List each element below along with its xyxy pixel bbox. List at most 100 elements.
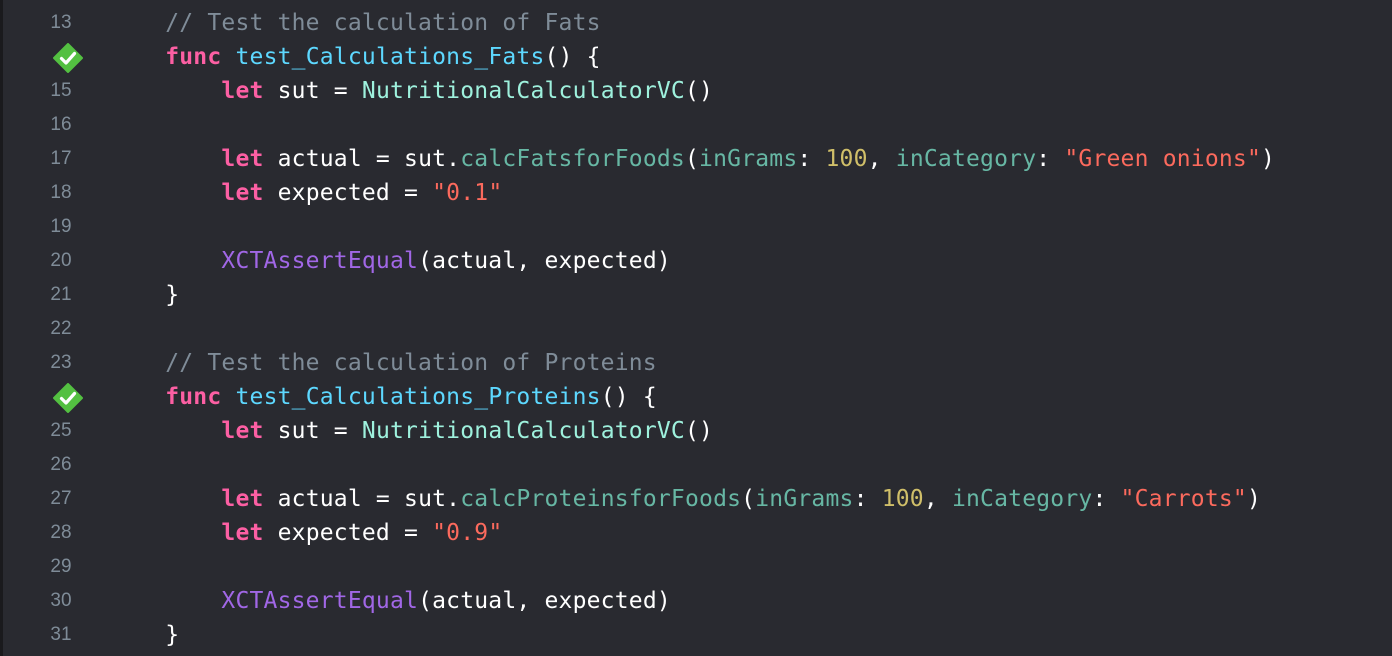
code-content[interactable]: let sut = NutritionalCalculatorVC(): [109, 74, 713, 108]
line-gutter[interactable]: [3, 380, 109, 414]
method-name: calcFatsforFoods: [460, 146, 685, 172]
string-literal: "Green onions": [1064, 146, 1262, 172]
line-gutter[interactable]: 31: [3, 618, 109, 652]
code-text: :: [853, 486, 882, 512]
line-gutter[interactable]: 15: [3, 74, 109, 108]
line-number: 27: [50, 488, 72, 509]
code-line[interactable]: 19: [3, 210, 1392, 244]
method-name: inGrams: [699, 146, 798, 172]
keyword: func: [165, 44, 222, 70]
code-content[interactable]: XCTAssertEqual(actual, expected): [109, 244, 671, 278]
line-gutter[interactable]: 17: [3, 142, 109, 176]
code-text: ): [1261, 146, 1276, 172]
code-content[interactable]: let expected = "0.9": [109, 516, 502, 550]
type-name: NutritionalCalculatorVC: [361, 78, 685, 104]
code-content[interactable]: let actual = sut.calcFatsforFoods(inGram…: [109, 142, 1275, 176]
line-gutter[interactable]: 29: [3, 550, 109, 584]
line-number: 15: [50, 80, 72, 101]
code-text: :: [1036, 146, 1065, 172]
keyword: let: [221, 418, 264, 444]
code-line[interactable]: func test_Calculations_Proteins() {: [3, 380, 1392, 414]
code-line[interactable]: 20 XCTAssertEqual(actual, expected): [3, 244, 1392, 278]
code-content[interactable]: XCTAssertEqual(actual, expected): [109, 584, 671, 618]
code-line[interactable]: 28 let expected = "0.9": [3, 516, 1392, 550]
code-line[interactable]: func test_Calculations_Fats() {: [3, 40, 1392, 74]
code-line[interactable]: 13 // Test the calculation of Fats: [3, 6, 1392, 40]
code-content[interactable]: func test_Calculations_Proteins() {: [109, 380, 657, 414]
line-gutter[interactable]: 13: [3, 6, 109, 40]
code-line[interactable]: 25 let sut = NutritionalCalculatorVC(): [3, 414, 1392, 448]
keyword: let: [221, 146, 264, 172]
code-line[interactable]: 23 // Test the calculation of Proteins: [3, 346, 1392, 380]
code-content[interactable]: // Test the calculation of Fats: [109, 6, 601, 40]
code-text: (: [684, 146, 700, 172]
code-text: }: [165, 282, 180, 308]
line-gutter[interactable]: 20: [3, 244, 109, 278]
code-line[interactable]: 26: [3, 448, 1392, 482]
code-line[interactable]: 15 let sut = NutritionalCalculatorVC(): [3, 74, 1392, 108]
code-text: :: [797, 146, 826, 172]
code-text: }: [165, 622, 180, 648]
test-passed-icon[interactable]: [53, 383, 83, 413]
code-line[interactable]: 27 let actual = sut.calcProteinsforFoods…: [3, 482, 1392, 516]
line-gutter[interactable]: 18: [3, 176, 109, 210]
keyword: let: [221, 78, 264, 104]
line-number: 23: [50, 352, 72, 373]
test-passed-icon[interactable]: [53, 43, 83, 73]
code-content[interactable]: }: [109, 618, 179, 652]
comment: // Test the calculation of Proteins: [165, 350, 657, 376]
code-text: sut =: [263, 418, 362, 444]
line-gutter[interactable]: 25: [3, 414, 109, 448]
line-number: 18: [50, 182, 72, 203]
code-content[interactable]: let actual = sut.calcProteinsforFoods(in…: [109, 482, 1261, 516]
code-line[interactable]: 30 XCTAssertEqual(actual, expected): [3, 584, 1392, 618]
code-line[interactable]: 21 }: [3, 278, 1392, 312]
line-number: 30: [50, 590, 72, 611]
code-text: expected =: [263, 180, 433, 206]
code-text: expected =: [263, 520, 433, 546]
code-content[interactable]: let sut = NutritionalCalculatorVC(): [109, 414, 713, 448]
code-content[interactable]: }: [109, 278, 179, 312]
method-name: inGrams: [755, 486, 854, 512]
code-editor[interactable]: 13 // Test the calculation of Fats func …: [0, 0, 1392, 656]
line-gutter[interactable]: [3, 40, 109, 74]
code-content[interactable]: func test_Calculations_Fats() {: [109, 40, 601, 74]
line-gutter[interactable]: 19: [3, 210, 109, 244]
code-text: sut =: [263, 78, 362, 104]
line-number: 29: [50, 556, 72, 577]
code-text: (: [741, 486, 756, 512]
code-line[interactable]: 29: [3, 550, 1392, 584]
line-gutter[interactable]: 16: [3, 108, 109, 142]
line-number: 26: [50, 454, 72, 475]
function-name: test_Calculations_Fats: [235, 44, 545, 70]
code-content[interactable]: // Test the calculation of Proteins: [109, 346, 657, 380]
code-line[interactable]: 17 let actual = sut.calcFatsforFoods(inG…: [3, 142, 1392, 176]
method-name: calcProteinsforFoods: [460, 486, 742, 512]
comment: // Test the calculation of Fats: [165, 10, 601, 36]
keyword: func: [165, 384, 222, 410]
line-gutter[interactable]: 28: [3, 516, 109, 550]
line-gutter[interactable]: 26: [3, 448, 109, 482]
code-content[interactable]: let expected = "0.1": [109, 176, 502, 210]
keyword: let: [221, 520, 264, 546]
code-line[interactable]: 18 let expected = "0.1": [3, 176, 1392, 210]
code-text: () {: [600, 384, 657, 410]
code-line[interactable]: 16: [3, 108, 1392, 142]
code-line[interactable]: 22: [3, 312, 1392, 346]
line-gutter[interactable]: 22: [3, 312, 109, 346]
string-literal: "0.1": [432, 180, 503, 206]
string-literal: "0.9": [432, 520, 503, 546]
line-gutter[interactable]: 21: [3, 278, 109, 312]
code-line[interactable]: 31 }: [3, 618, 1392, 652]
line-gutter[interactable]: 27: [3, 482, 109, 516]
code-text: actual = sut.: [263, 146, 461, 172]
line-gutter[interactable]: 23: [3, 346, 109, 380]
line-gutter[interactable]: 30: [3, 584, 109, 618]
